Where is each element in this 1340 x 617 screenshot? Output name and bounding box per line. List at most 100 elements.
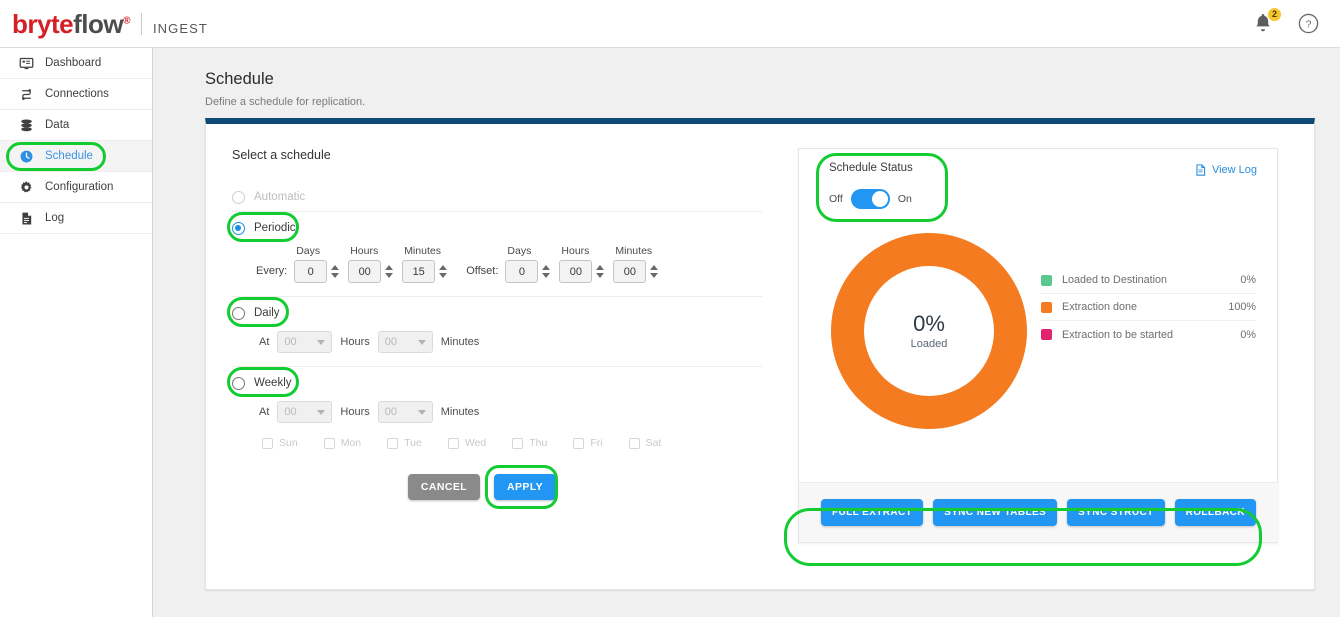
weekday-label: Fri xyxy=(590,437,603,449)
sidebar-item-schedule[interactable]: Schedule xyxy=(0,141,152,172)
weekday-sun[interactable]: Sun xyxy=(262,437,298,449)
option-automatic: Automatic xyxy=(232,181,762,211)
weekly-minutes-select[interactable]: 00 xyxy=(377,401,433,423)
checkbox-thu[interactable] xyxy=(512,437,524,449)
legend-label: Extraction done xyxy=(1062,301,1138,313)
weekday-tue[interactable]: Tue xyxy=(387,437,422,449)
radio-daily[interactable] xyxy=(232,306,245,320)
legend-label: Extraction to be started xyxy=(1062,328,1174,341)
offset-hours-stepper[interactable] xyxy=(596,265,605,278)
weekday-mon[interactable]: Mon xyxy=(323,437,361,449)
every-hours-stepper[interactable] xyxy=(385,265,394,278)
document-icon xyxy=(1196,164,1206,176)
checkbox-tue[interactable] xyxy=(387,437,399,449)
schedule-form: Select a schedule Automatic Periodic Eve… xyxy=(227,148,762,509)
every-minutes-caption: Minutes xyxy=(404,245,441,257)
checkbox-fri[interactable] xyxy=(573,437,585,449)
document-icon xyxy=(18,210,34,226)
every-hours-input[interactable]: 00 xyxy=(348,260,382,283)
sidebar-item-dashboard[interactable]: Dashboard xyxy=(0,48,152,79)
registered-mark: ® xyxy=(123,14,130,26)
every-minutes-input[interactable]: 15 xyxy=(402,260,436,283)
toggle-on-label: On xyxy=(897,193,912,205)
full-extract-button[interactable]: FULL EXTRACT xyxy=(821,499,924,526)
weekday-sat[interactable]: Sat xyxy=(628,437,661,449)
every-minutes-stepper[interactable] xyxy=(439,265,448,278)
arrow-down-icon[interactable] xyxy=(385,273,394,278)
sync-new-tables-button[interactable]: SYNC NEW TABLES xyxy=(933,499,1058,526)
chevron-down-icon xyxy=(317,409,326,415)
checkbox-sun[interactable] xyxy=(262,437,273,449)
weekly-hours-label: Hours xyxy=(340,406,370,418)
weekly-time-row: At 00 Hours 00 Minutes xyxy=(232,401,762,423)
weekday-wed[interactable]: Wed xyxy=(447,437,486,449)
weekday-label: Tue xyxy=(404,437,422,449)
daily-hours-select[interactable]: 00 xyxy=(277,331,333,353)
cancel-button[interactable]: CANCEL xyxy=(407,474,481,500)
arrow-up-icon[interactable] xyxy=(331,265,340,270)
notifications-button[interactable]: 2 xyxy=(1251,6,1282,37)
sidebar-item-configuration[interactable]: Configuration xyxy=(0,172,152,203)
checkbox-sat[interactable] xyxy=(628,437,640,449)
arrow-down-icon[interactable] xyxy=(542,273,551,278)
schedule-status-toggle-group: Off On xyxy=(829,189,912,209)
top-bar-actions: 2 ? xyxy=(1251,6,1340,37)
daily-at-label: At xyxy=(259,336,270,348)
radio-automatic[interactable] xyxy=(232,190,245,204)
sidebar: Dashboard Connections Data Schedule Conf… xyxy=(0,48,153,617)
offset-days-stepper[interactable] xyxy=(542,265,551,278)
offset-group: Offset: Days 0 Hours 00 Minutes 00 xyxy=(466,245,667,283)
apply-button[interactable]: APPLY xyxy=(494,474,557,500)
option-daily-label: Daily xyxy=(254,307,280,319)
sidebar-item-log[interactable]: Log xyxy=(0,203,152,234)
top-bar: bryteflow® INGEST 2 ? xyxy=(0,0,1340,48)
radio-weekly[interactable] xyxy=(232,376,245,390)
clock-icon xyxy=(18,148,34,164)
arrow-down-icon[interactable] xyxy=(331,273,340,278)
sidebar-item-label: Dashboard xyxy=(45,57,102,69)
every-days-stepper[interactable] xyxy=(331,265,340,278)
weekday-fri[interactable]: Fri xyxy=(573,437,603,449)
donut-percent-caption: Loaded xyxy=(910,337,948,350)
schedule-status-toggle[interactable] xyxy=(850,189,890,209)
logo-part-1: b xyxy=(12,8,28,39)
arrow-up-icon[interactable] xyxy=(596,265,605,270)
checkbox-mon[interactable] xyxy=(323,437,335,449)
offset-days-input[interactable]: 0 xyxy=(505,260,539,283)
daily-minutes-label: Minutes xyxy=(440,336,480,348)
help-circle-icon[interactable]: ? xyxy=(1297,12,1320,35)
arrow-up-icon[interactable] xyxy=(385,265,394,270)
daily-minutes-value: 00 xyxy=(384,336,397,348)
every-hours-field: Hours 00 xyxy=(348,245,394,283)
brand-logo[interactable]: bryteflow® INGEST xyxy=(0,11,208,37)
legend-swatch-extraction-pending xyxy=(1041,329,1052,340)
daily-minutes-select[interactable]: 00 xyxy=(377,331,433,353)
offset-hours-input[interactable]: 00 xyxy=(559,260,593,283)
arrow-up-icon[interactable] xyxy=(650,265,659,270)
checkbox-wed[interactable] xyxy=(447,437,459,449)
sidebar-item-data[interactable]: Data xyxy=(0,110,152,141)
legend-value: 100% xyxy=(1228,301,1256,313)
sync-struct-button[interactable]: SYNC STRUCT xyxy=(1067,499,1165,526)
offset-minutes-stepper[interactable] xyxy=(650,265,659,278)
arrow-down-icon[interactable] xyxy=(596,273,605,278)
arrow-up-icon[interactable] xyxy=(542,265,551,270)
offset-minutes-input[interactable]: 00 xyxy=(613,260,647,283)
arrow-down-icon[interactable] xyxy=(439,273,448,278)
arrow-up-icon[interactable] xyxy=(439,265,448,270)
donut-center-label: 0% Loaded xyxy=(831,233,1027,429)
sidebar-item-connections[interactable]: Connections xyxy=(0,79,152,110)
chevron-down-icon xyxy=(417,339,426,345)
radio-periodic[interactable] xyxy=(232,221,245,235)
every-group: Every: Days 0 Hours 00 Minutes 15 xyxy=(256,245,456,283)
view-log-link[interactable]: View Log xyxy=(1194,163,1257,177)
arrow-down-icon[interactable] xyxy=(650,273,659,278)
legend-swatch-extraction-done xyxy=(1041,301,1052,313)
weekday-thu[interactable]: Thu xyxy=(512,437,547,449)
weekly-hours-select[interactable]: 00 xyxy=(277,401,333,423)
every-days-input[interactable]: 0 xyxy=(294,260,328,283)
option-daily: Daily At 00 Hours 00 Minutes xyxy=(227,296,762,357)
main-content: Schedule Define a schedule for replicati… xyxy=(153,48,1340,617)
rollback-button[interactable]: ROLLBACK xyxy=(1174,499,1256,526)
sidebar-item-label: Connections xyxy=(45,88,109,100)
